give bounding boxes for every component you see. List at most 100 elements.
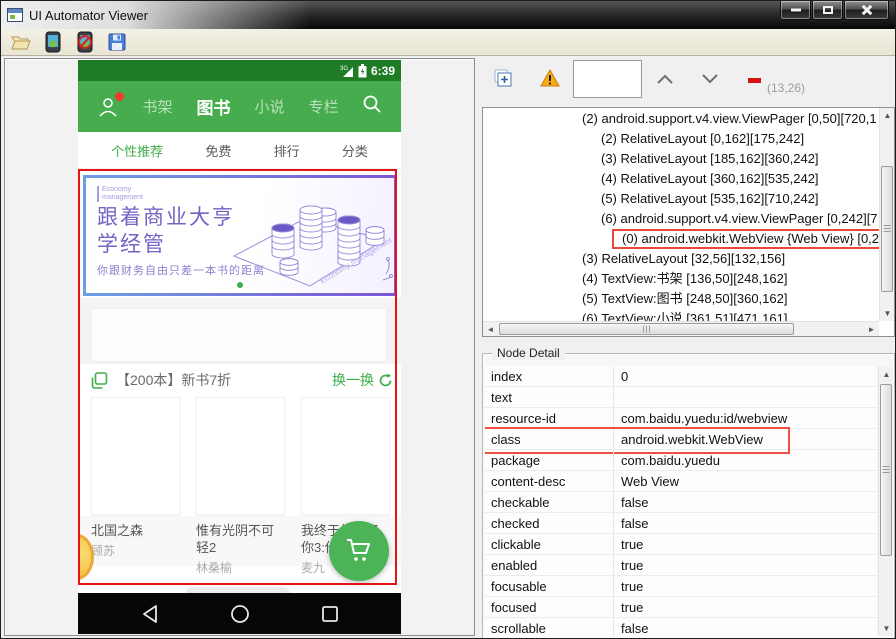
status-time: 6:39 (370, 63, 395, 78)
book-card[interactable]: 惟有光阴不可轻2 林桑榆 (196, 397, 285, 576)
node-detail-row[interactable]: focused true (485, 597, 877, 618)
node-detail-value: android.webkit.WebView (613, 429, 877, 449)
profile-button[interactable] (96, 91, 124, 119)
node-detail-row[interactable]: content-desc Web View (485, 471, 877, 492)
main-toolbar (1, 29, 895, 56)
node-detail-row[interactable]: focusable true (485, 576, 877, 597)
node-detail-value: true (613, 597, 877, 617)
node-detail-value: true (613, 555, 877, 575)
search-button[interactable] (361, 93, 383, 120)
app-tab[interactable]: 专栏 (309, 96, 339, 117)
home-icon[interactable] (230, 604, 250, 624)
app-tab[interactable]: 小说 (254, 96, 284, 117)
refresh-list-button[interactable]: 换一换 (332, 370, 393, 390)
sub-tab[interactable]: 免费 (205, 141, 231, 160)
scroll-right-icon[interactable]: ► (864, 322, 879, 337)
device-screenshot[interactable]: 3G 6:39 书架 图书 小说 专栏 个性推荐 免费 排行 分类 Econom… (78, 60, 401, 634)
node-detail-row[interactable]: class android.webkit.WebView (485, 427, 877, 454)
tree-search-input[interactable] (573, 60, 642, 98)
sub-tab[interactable]: 分类 (342, 141, 368, 160)
phone-app-bar: 书架 图书 小说 专栏 (78, 81, 401, 132)
chevron-up-icon (657, 74, 673, 84)
tree-node[interactable]: (2) android.support.v4.view.ViewPager [0… (483, 109, 879, 129)
node-detail-value: false (613, 492, 877, 512)
tree-vertical-scrollbar[interactable]: ▲ ▼ (879, 108, 894, 321)
app-tab[interactable]: 图书 (196, 94, 230, 119)
device-screenshot-button[interactable] (41, 31, 65, 54)
node-detail-row[interactable]: text (485, 387, 877, 408)
maximize-button[interactable] (812, 1, 843, 20)
tree-node-label: (3) RelativeLayout [185,162][360,242] (601, 151, 819, 166)
book-cover (196, 397, 285, 515)
open-file-button[interactable] (9, 31, 33, 54)
book-title: 北国之森 (91, 523, 144, 538)
screenshot-panel[interactable]: 3G 6:39 书架 图书 小说 专栏 个性推荐 免费 排行 分类 Econom… (4, 58, 475, 636)
app-tab[interactable]: 书架 (142, 96, 172, 117)
tree-node[interactable]: (2) RelativeLayout [0,162][175,242] (483, 129, 879, 149)
cart-fab-button[interactable] (329, 521, 389, 581)
section-title: 【200本】新书7折 (116, 372, 232, 388)
tree-node[interactable]: (0) android.webkit.WebView {Web View} [0… (483, 229, 879, 249)
warning-button[interactable] (540, 69, 560, 87)
sub-tab[interactable]: 排行 (274, 141, 300, 160)
tree-node[interactable]: (6) TextView:小说 [361,51][471,161] (483, 309, 879, 321)
scroll-left-icon[interactable]: ◄ (483, 322, 498, 337)
tree-node[interactable]: (5) TextView:图书 [248,50][360,162] (483, 289, 879, 309)
tree-horizontal-scrollbar[interactable]: ◄ ► (483, 321, 879, 336)
tree-node[interactable]: (3) RelativeLayout [32,56][132,156] (483, 249, 879, 269)
node-detail-value: com.baidu.yuedu (613, 450, 877, 470)
refresh-icon (379, 373, 392, 386)
node-detail-row[interactable]: package com.baidu.yuedu (485, 450, 877, 471)
detail-vscroll-thumb[interactable] (880, 384, 892, 556)
scroll-up-icon[interactable]: ▲ (880, 108, 895, 123)
battery-icon (358, 63, 367, 77)
maximize-icon (822, 6, 833, 14)
scroll-down-icon[interactable]: ▼ (880, 306, 895, 321)
scroll-down-icon[interactable]: ▼ (879, 621, 894, 636)
recents-icon[interactable] (321, 605, 339, 623)
sub-tab[interactable]: 个性推荐 (111, 141, 163, 160)
minimize-button[interactable] (780, 1, 811, 20)
node-detail-key: content-desc (491, 473, 566, 489)
node-detail-key: class (491, 431, 521, 447)
tree-node-label: (6) TextView:小说 [361,51][471,161] (582, 311, 788, 321)
search-icon (363, 95, 381, 113)
open-folder-icon (11, 36, 31, 50)
books-icon (91, 371, 108, 389)
warning-icon (540, 69, 560, 87)
save-button[interactable] (105, 31, 129, 54)
node-detail-row[interactable]: checked false (485, 513, 877, 534)
tree-node[interactable]: (4) TextView:书架 [136,50][248,162] (483, 269, 879, 289)
expand-all-button[interactable] (493, 68, 513, 88)
banner-tag: Economy management (97, 186, 153, 202)
book-cover (91, 397, 180, 515)
node-detail-row[interactable]: index 0 (485, 366, 877, 387)
node-detail-key: focusable (491, 578, 547, 594)
book-card[interactable]: 北国之森 顾苏 (91, 397, 180, 576)
search-next-button[interactable] (699, 71, 721, 87)
tree-vscroll-thumb[interactable] (881, 166, 893, 292)
book-author: 顾苏 (91, 544, 116, 558)
app-tabs: 书架 图书 小说 专栏 (120, 94, 361, 119)
tree-node[interactable]: (3) RelativeLayout [185,162][360,242] (483, 149, 879, 169)
node-detail-row[interactable]: checkable false (485, 492, 877, 513)
device-screenshot-compressed-button[interactable] (73, 31, 97, 54)
app-icon (7, 8, 23, 22)
promo-banner[interactable]: Economy management 跟着商业大亨 学经管 你跟财务自由只差一本… (83, 175, 397, 296)
collapse-all-icon[interactable] (748, 78, 761, 83)
close-button[interactable] (844, 1, 889, 20)
tree-node[interactable]: (4) RelativeLayout [360,162][535,242] (483, 169, 879, 189)
node-detail-row[interactable]: scrollable false (485, 618, 877, 637)
back-icon[interactable] (141, 604, 159, 624)
node-detail-key: text (491, 389, 512, 405)
tree-node[interactable]: (5) RelativeLayout [535,162][710,242] (483, 189, 879, 209)
node-detail-row[interactable]: enabled true (485, 555, 877, 576)
node-detail-row[interactable]: resource-id com.baidu.yuedu:id/webview (485, 408, 877, 429)
tree-node[interactable]: (6) android.support.v4.view.ViewPager [0… (483, 209, 879, 229)
expand-all-icon (494, 69, 512, 87)
node-detail-row[interactable]: clickable true (485, 534, 877, 555)
search-prev-button[interactable] (654, 71, 676, 87)
scroll-up-icon[interactable]: ▲ (879, 367, 894, 382)
tree-hscroll-thumb[interactable] (499, 323, 794, 335)
detail-vertical-scrollbar[interactable]: ▲ ▼ (878, 367, 893, 636)
